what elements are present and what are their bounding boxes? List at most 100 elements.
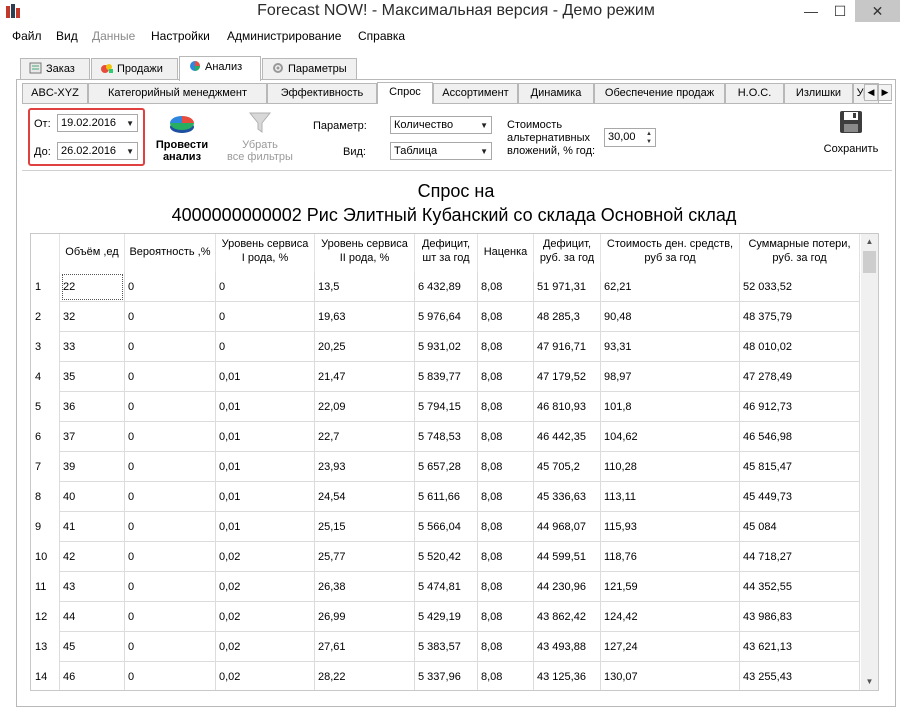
table-cell[interactable]: 19,63 xyxy=(315,302,415,332)
table-cell[interactable]: 44 718,27 xyxy=(740,542,860,572)
table-cell[interactable]: 46 546,98 xyxy=(740,422,860,452)
table-cell[interactable]: 98,97 xyxy=(601,362,740,392)
table-cell[interactable]: 37 xyxy=(60,422,125,452)
table-cell[interactable]: 48 285,3 xyxy=(534,302,601,332)
table-cell[interactable]: 93,31 xyxy=(601,332,740,362)
table-cell[interactable]: 0 xyxy=(125,452,216,482)
table-cell[interactable]: 0 xyxy=(125,602,216,632)
table-row[interactable]: 8 40 0 0,01 24,54 5 611,66 8,08 45 336,63 113,11… xyxy=(31,482,861,512)
subtab-nos[interactable]: Н.О.С. xyxy=(725,83,784,103)
table-cell[interactable]: 0,02 xyxy=(216,662,315,690)
table-cell[interactable]: 0,02 xyxy=(216,632,315,662)
view-select[interactable]: Таблица ▼ xyxy=(390,142,492,160)
menu-settings[interactable]: Настройки xyxy=(151,29,210,43)
table-cell[interactable]: 0 xyxy=(125,302,216,332)
table-cell[interactable]: 43 986,83 xyxy=(740,602,860,632)
cost-spinner[interactable]: 30,00 ▲ ▼ xyxy=(604,128,656,147)
table-cell[interactable]: 8,08 xyxy=(478,392,534,422)
demand-table[interactable]: Объём ,ед Вероятность ,% Уровень сервиса I … xyxy=(30,233,879,691)
table-cell[interactable]: 44 352,55 xyxy=(740,572,860,602)
table-cell[interactable]: 45 xyxy=(60,632,125,662)
table-cell[interactable]: 45 815,47 xyxy=(740,452,860,482)
column-header[interactable]: Дефицит, шт за год xyxy=(415,234,478,272)
table-cell[interactable]: 20,25 xyxy=(315,332,415,362)
table-cell[interactable]: 22,09 xyxy=(315,392,415,422)
table-cell[interactable]: 113,11 xyxy=(601,482,740,512)
table-cell[interactable]: 22 xyxy=(60,272,125,302)
menu-file[interactable]: Файл xyxy=(12,29,42,43)
table-cell[interactable]: 44 230,96 xyxy=(534,572,601,602)
table-cell[interactable]: 33 xyxy=(60,332,125,362)
table-cell[interactable]: 26,99 xyxy=(315,602,415,632)
table-cell[interactable]: 0,01 xyxy=(216,422,315,452)
table-cell[interactable]: 127,24 xyxy=(601,632,740,662)
table-cell[interactable]: 25,15 xyxy=(315,512,415,542)
menu-help[interactable]: Справка xyxy=(358,29,405,43)
table-cell[interactable]: 8,08 xyxy=(478,422,534,452)
table-cell[interactable]: 47 179,52 xyxy=(534,362,601,392)
table-cell[interactable]: 0,01 xyxy=(216,482,315,512)
table-cell[interactable]: 0,02 xyxy=(216,542,315,572)
minimize-button[interactable]: — xyxy=(797,0,825,22)
table-cell[interactable]: 48 010,02 xyxy=(740,332,860,362)
table-cell[interactable]: 0,01 xyxy=(216,452,315,482)
table-cell[interactable]: 121,59 xyxy=(601,572,740,602)
table-cell[interactable]: 43 862,42 xyxy=(534,602,601,632)
table-cell[interactable]: 47 278,49 xyxy=(740,362,860,392)
table-cell[interactable]: 13,5 xyxy=(315,272,415,302)
table-cell[interactable]: 118,76 xyxy=(601,542,740,572)
table-cell[interactable]: 45 705,2 xyxy=(534,452,601,482)
table-cell[interactable]: 23,93 xyxy=(315,452,415,482)
table-row[interactable]: 6 37 0 0,01 22,7 5 748,53 8,08 46 442,35 104,62 4… xyxy=(31,422,861,452)
menu-data[interactable]: Данные xyxy=(92,29,135,43)
table-cell[interactable]: 5 520,42 xyxy=(415,542,478,572)
table-cell[interactable]: 44 599,51 xyxy=(534,542,601,572)
table-cell[interactable]: 46 442,35 xyxy=(534,422,601,452)
table-cell[interactable]: 0,02 xyxy=(216,572,315,602)
table-cell[interactable]: 8,08 xyxy=(478,602,534,632)
table-cell[interactable]: 101,8 xyxy=(601,392,740,422)
table-cell[interactable]: 36 xyxy=(60,392,125,422)
column-header[interactable]: Суммарные потери, руб. за год xyxy=(740,234,860,272)
table-cell[interactable]: 8,08 xyxy=(478,482,534,512)
table-cell[interactable]: 8,08 xyxy=(478,512,534,542)
parameter-select[interactable]: Количество ▼ xyxy=(390,116,492,134)
table-row[interactable]: 4 35 0 0,01 21,47 5 839,77 8,08 47 179,52 98,97 4… xyxy=(31,362,861,392)
table-cell[interactable]: 5 383,57 xyxy=(415,632,478,662)
menu-view[interactable]: Вид xyxy=(56,29,78,43)
table-cell[interactable]: 45 449,73 xyxy=(740,482,860,512)
column-header[interactable]: Уровень сервиса I рода, % xyxy=(216,234,315,272)
table-cell[interactable]: 5 429,19 xyxy=(415,602,478,632)
table-row[interactable]: 13 45 0 0,02 27,61 5 383,57 8,08 43 493,88 127,2… xyxy=(31,632,861,662)
run-analysis-button[interactable]: Провести анализ xyxy=(150,110,214,163)
table-cell[interactable]: 0 xyxy=(125,422,216,452)
subtab-assortment[interactable]: Ассортимент xyxy=(433,83,518,103)
table-cell[interactable]: 0 xyxy=(125,542,216,572)
spin-down-icon[interactable]: ▼ xyxy=(644,138,654,146)
subtab-abc-xyz[interactable]: ABC-XYZ xyxy=(22,83,88,103)
tab-order[interactable]: Заказ xyxy=(20,58,90,80)
table-cell[interactable]: 0,01 xyxy=(216,362,315,392)
table-cell[interactable]: 26,38 xyxy=(315,572,415,602)
subtab-efficiency[interactable]: Эффективность xyxy=(267,83,377,103)
table-cell[interactable]: 45 084 xyxy=(740,512,860,542)
tab-parameters[interactable]: Параметры xyxy=(262,58,357,80)
table-cell[interactable]: 8,08 xyxy=(478,272,534,302)
table-cell[interactable]: 21,47 xyxy=(315,362,415,392)
table-cell[interactable]: 0 xyxy=(125,632,216,662)
table-cell[interactable]: 5 474,81 xyxy=(415,572,478,602)
table-cell[interactable]: 8,08 xyxy=(478,632,534,662)
table-cell[interactable]: 8,08 xyxy=(478,362,534,392)
table-row[interactable]: 10 42 0 0,02 25,77 5 520,42 8,08 44 599,51 118,7… xyxy=(31,542,861,572)
column-header[interactable]: Наценка xyxy=(478,234,534,272)
table-cell[interactable]: 0,01 xyxy=(216,392,315,422)
subtab-surplus[interactable]: Излишки xyxy=(784,83,853,103)
table-cell[interactable]: 6 432,89 xyxy=(415,272,478,302)
table-cell[interactable]: 5 839,77 xyxy=(415,362,478,392)
table-cell[interactable]: 5 931,02 xyxy=(415,332,478,362)
table-cell[interactable]: 5 794,15 xyxy=(415,392,478,422)
table-cell[interactable]: 45 336,63 xyxy=(534,482,601,512)
from-date-picker[interactable]: 19.02.2016 ▼ xyxy=(57,114,138,132)
table-cell[interactable]: 5 611,66 xyxy=(415,482,478,512)
table-row[interactable]: 11 43 0 0,02 26,38 5 474,81 8,08 44 230,96 121,5… xyxy=(31,572,861,602)
